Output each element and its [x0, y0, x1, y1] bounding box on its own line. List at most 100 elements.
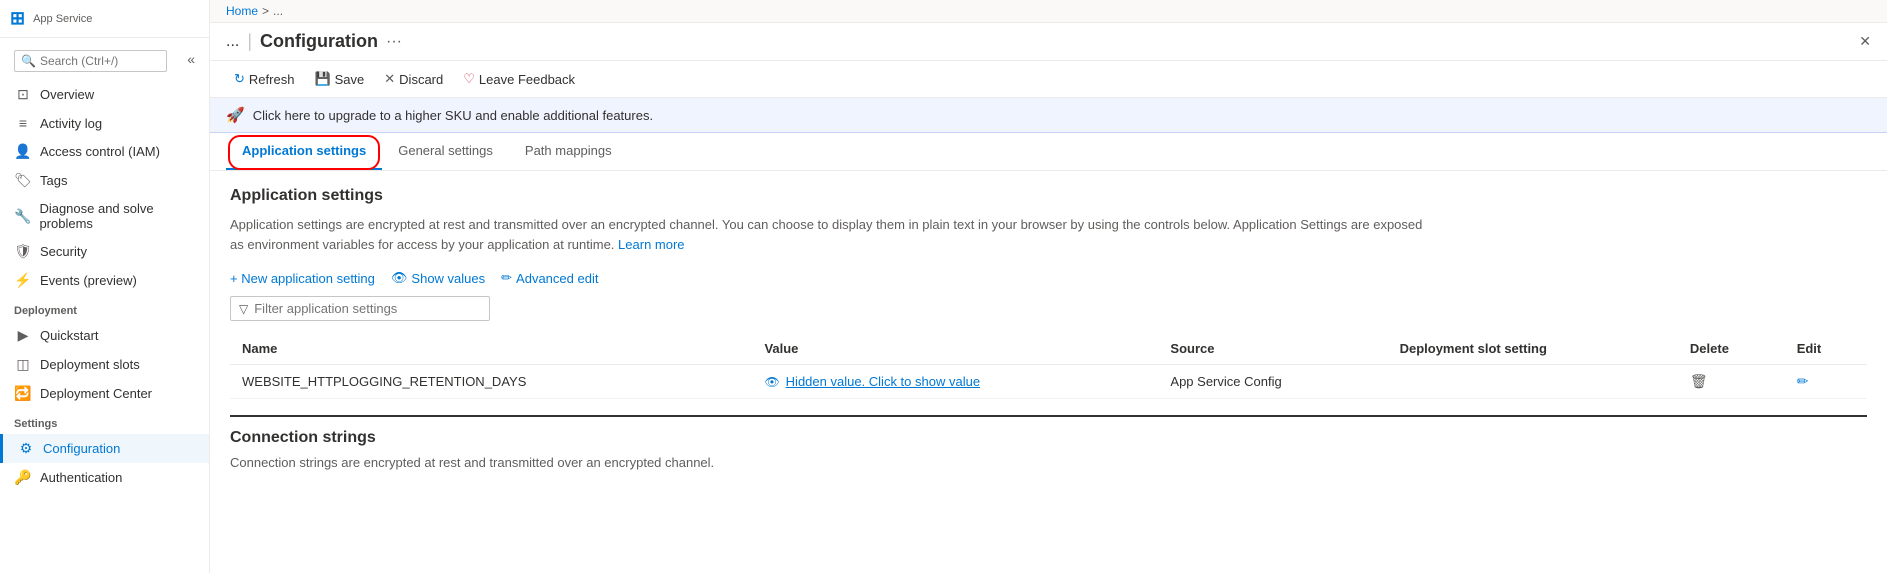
discard-icon: ✕	[384, 71, 395, 87]
sidebar-header: ⊞ App Service	[0, 0, 209, 38]
content-area: Application settings General settings Pa…	[210, 133, 1887, 573]
discard-button[interactable]: ✕ Discard	[376, 67, 451, 91]
search-icon: 🔍	[21, 54, 36, 68]
app-settings-description: Application settings are encrypted at re…	[230, 215, 1430, 254]
col-edit: Edit	[1785, 333, 1867, 365]
events-icon: ⚡	[14, 272, 32, 289]
connection-strings-description: Connection strings are encrypted at rest…	[230, 455, 1867, 470]
col-slot-setting: Deployment slot setting	[1388, 333, 1678, 365]
configuration-icon: ⚙	[17, 440, 35, 457]
page-title: Configuration	[260, 31, 378, 52]
discard-label: Discard	[399, 72, 443, 87]
sidebar-item-label: Configuration	[43, 441, 120, 456]
breadcrumb-app: ...	[273, 4, 283, 18]
sidebar-item-label: Security	[40, 244, 87, 259]
activity-log-icon: ≡	[14, 115, 32, 131]
row-slot-setting	[1388, 365, 1678, 399]
home-breadcrumb[interactable]: Home	[226, 4, 258, 18]
action-bar: + New application setting 👁 Show values …	[230, 270, 1867, 286]
rocket-icon: 🚀	[226, 106, 245, 124]
search-container: 🔍	[14, 50, 167, 72]
toolbar: ↻ Refresh 💾 Save ✕ Discard ♡ Leave Feedb…	[210, 61, 1887, 98]
save-button[interactable]: 💾 Save	[306, 67, 372, 91]
sidebar-item-events[interactable]: ⚡ Events (preview)	[0, 266, 209, 295]
leave-feedback-button[interactable]: ♡ Leave Feedback	[455, 67, 583, 91]
sidebar-item-security[interactable]: 🛡 Security	[0, 237, 209, 266]
page-more-options-icon[interactable]: ···	[386, 33, 402, 51]
tab-path-mappings[interactable]: Path mappings	[509, 133, 628, 170]
app-service-label: App Service	[33, 13, 92, 25]
sidebar-item-activity-log[interactable]: ≡ Activity log	[0, 109, 209, 137]
show-values-button[interactable]: 👁 Show values	[391, 270, 485, 286]
tab-label: Path mappings	[525, 143, 612, 158]
page-title-row: ... | Configuration ··· ✕	[210, 23, 1887, 61]
refresh-button[interactable]: ↻ Refresh	[226, 67, 302, 91]
tab-application-settings[interactable]: Application settings	[226, 133, 382, 170]
sidebar-item-label: Authentication	[40, 470, 122, 485]
sidebar-item-label: Tags	[40, 173, 67, 188]
tags-icon: 🏷	[14, 172, 32, 189]
col-value: Value	[752, 333, 1158, 365]
table-row: WEBSITE_HTTPLOGGING_RETENTION_DAYS 👁 Hid…	[230, 365, 1867, 399]
feedback-icon: ♡	[463, 71, 475, 87]
pencil-icon: ✏	[501, 270, 512, 286]
sidebar-item-label: Overview	[40, 87, 94, 102]
sidebar-item-label: Deployment Center	[40, 386, 152, 401]
tab-label: Application settings	[242, 143, 366, 158]
collapse-sidebar-button[interactable]: «	[179, 47, 203, 71]
tab-general-settings[interactable]: General settings	[382, 133, 509, 170]
row-value: 👁 Hidden value. Click to show value	[752, 365, 1158, 399]
sidebar-item-access-control[interactable]: 👤 Access control (IAM)	[0, 137, 209, 166]
new-setting-label: + New application setting	[230, 271, 375, 286]
sidebar-item-configuration[interactable]: ⚙ Configuration	[0, 434, 209, 463]
hidden-value-link[interactable]: 👁 Hidden value. Click to show value	[764, 374, 1146, 389]
sidebar-item-label: Quickstart	[40, 328, 99, 343]
sidebar-item-tags[interactable]: 🏷 Tags	[0, 166, 209, 195]
connection-strings-title: Connection strings	[230, 415, 1867, 447]
learn-more-link[interactable]: Learn more	[618, 237, 684, 252]
tab-label: General settings	[398, 143, 493, 158]
new-application-setting-button[interactable]: + New application setting	[230, 271, 375, 286]
refresh-icon: ↻	[234, 71, 245, 87]
row-delete-cell: 🗑	[1678, 365, 1785, 399]
connection-strings-section: Connection strings Connection strings ar…	[210, 415, 1887, 486]
save-label: Save	[335, 72, 365, 87]
sidebar-item-authentication[interactable]: 🔑 Authentication	[0, 463, 209, 492]
show-values-label: Show values	[411, 271, 485, 286]
sidebar-item-diagnose[interactable]: 🔧 Diagnose and solve problems	[0, 195, 209, 237]
settings-section-label: Settings	[0, 408, 209, 434]
title-pipe: |	[247, 31, 252, 52]
upgrade-banner[interactable]: 🚀 Click here to upgrade to a higher SKU …	[210, 98, 1887, 133]
app-name-title: ...	[226, 33, 239, 51]
leave-feedback-label: Leave Feedback	[479, 72, 575, 87]
upgrade-banner-text: Click here to upgrade to a higher SKU an…	[253, 108, 653, 123]
edit-button[interactable]: ✏	[1797, 373, 1809, 389]
filter-input[interactable]	[254, 301, 481, 316]
overview-icon: ⊡	[14, 86, 32, 103]
col-source: Source	[1158, 333, 1387, 365]
sidebar-item-label: Deployment slots	[40, 357, 140, 372]
deployment-section-label: Deployment	[0, 295, 209, 321]
eye-icon: 👁	[764, 375, 779, 389]
quickstart-icon: ▶	[14, 327, 32, 344]
search-input[interactable]	[40, 54, 160, 68]
hidden-value-text: Hidden value. Click to show value	[786, 374, 980, 389]
advanced-edit-button[interactable]: ✏ Advanced edit	[501, 270, 598, 286]
close-button[interactable]: ✕	[1859, 33, 1871, 50]
app-settings-title: Application settings	[230, 187, 1867, 205]
app-settings-table: Name Value Source Deployment slot settin…	[230, 333, 1867, 399]
delete-button[interactable]: 🗑	[1690, 373, 1708, 389]
advanced-edit-label: Advanced edit	[516, 271, 598, 286]
authentication-icon: 🔑	[14, 469, 32, 486]
sidebar-item-deployment-center[interactable]: 🔁 Deployment Center	[0, 379, 209, 408]
deployment-center-icon: 🔁	[14, 385, 32, 402]
eye-icon: 👁	[391, 270, 408, 286]
refresh-label: Refresh	[249, 72, 295, 87]
sidebar-item-quickstart[interactable]: ▶ Quickstart	[0, 321, 209, 350]
table-body: WEBSITE_HTTPLOGGING_RETENTION_DAYS 👁 Hid…	[230, 365, 1867, 399]
main-content: Home > ... ... | Configuration ··· ✕ ↻ R…	[210, 0, 1887, 573]
table-header: Name Value Source Deployment slot settin…	[230, 333, 1867, 365]
col-delete: Delete	[1678, 333, 1785, 365]
sidebar-item-deployment-slots[interactable]: ◫ Deployment slots	[0, 350, 209, 379]
sidebar-item-overview[interactable]: ⊡ Overview	[0, 80, 209, 109]
